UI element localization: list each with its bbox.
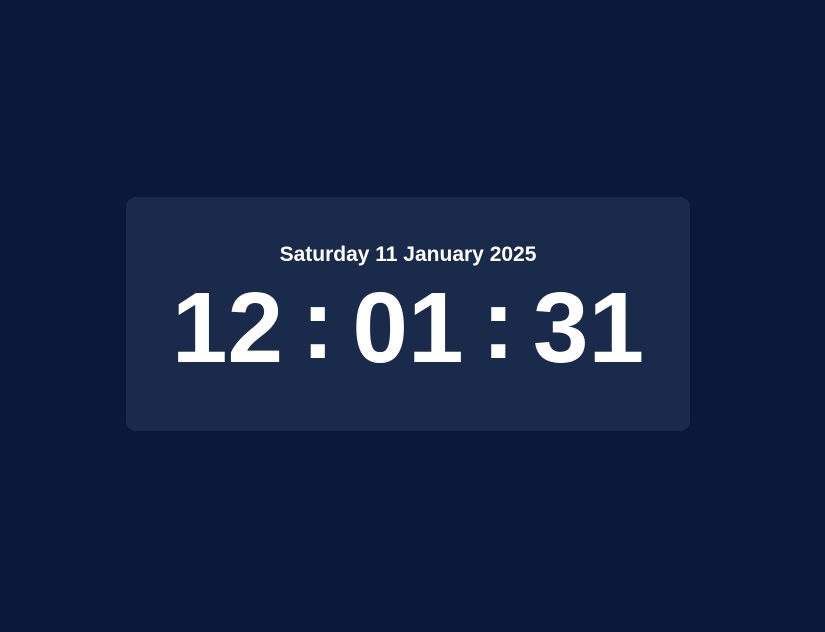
- clock-card: Saturday 11 January 2025 12 : 01 : 31: [126, 197, 690, 431]
- date-label: Saturday 11 January 2025: [279, 243, 537, 266]
- clock-page: Saturday 11 January 2025 12 : 01 : 31: [0, 0, 825, 632]
- minutes-value: 01: [352, 272, 464, 384]
- time-display: 12 : 01 : 31: [126, 269, 690, 384]
- hours-value: 12: [171, 272, 284, 384]
- minutes-seconds-separator: :: [481, 268, 515, 380]
- seconds-value: 31: [532, 272, 645, 384]
- hours-minutes-separator: :: [301, 268, 335, 380]
